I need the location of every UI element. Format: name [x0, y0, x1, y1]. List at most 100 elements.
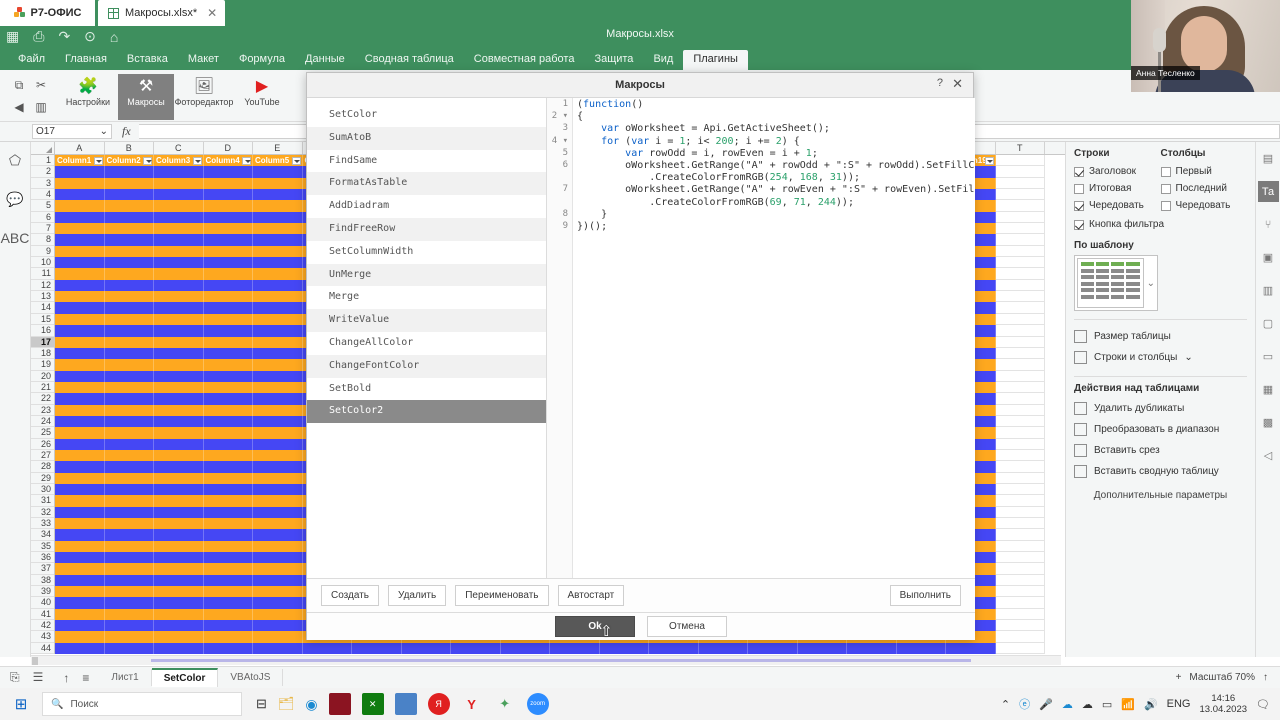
row-header-35[interactable]: 35 — [31, 541, 54, 553]
table-cell[interactable] — [253, 189, 303, 201]
row-header-15[interactable]: 15 — [31, 314, 54, 326]
empty-cell[interactable] — [995, 586, 1045, 598]
macro-list-item[interactable]: AddDiadram — [307, 195, 546, 218]
brand-tab[interactable]: Р7-ОФИС — [0, 0, 95, 26]
table-cell[interactable] — [253, 472, 303, 484]
sheet-tab-vbatojs[interactable]: VBAtoJS — [218, 669, 284, 686]
table-cell[interactable] — [104, 257, 154, 269]
table-cell[interactable] — [253, 257, 303, 269]
row-header-26[interactable]: 26 — [31, 439, 54, 450]
table-cell[interactable] — [253, 223, 303, 235]
empty-cell[interactable] — [995, 608, 1045, 621]
empty-cell[interactable] — [995, 427, 1045, 439]
empty-cell[interactable] — [995, 166, 1045, 178]
checkbox-header-row[interactable]: Заголовок — [1074, 163, 1161, 180]
menu-item-protection[interactable]: Защита — [584, 50, 643, 70]
start-button-icon[interactable]: ⊞ — [0, 695, 42, 713]
sheet-menu-icon[interactable]: ≡ — [82, 671, 89, 685]
macro-list-item[interactable]: FindSame — [307, 150, 546, 173]
table-cell[interactable] — [203, 404, 253, 416]
document-tab[interactable]: Макросы.xlsx* ✕ — [98, 0, 226, 26]
photos-app-icon[interactable] — [394, 693, 417, 715]
edge-icon[interactable]: ⓔ — [1019, 696, 1030, 712]
table-cell[interactable] — [154, 518, 204, 530]
chevron-up-icon[interactable]: ⌃ — [1001, 698, 1010, 711]
table-cell[interactable] — [203, 642, 253, 655]
table-cell[interactable] — [104, 449, 154, 462]
row-header-36[interactable]: 36 — [31, 552, 54, 564]
empty-cell[interactable] — [995, 483, 1045, 496]
column-header-C[interactable]: C — [154, 142, 204, 154]
empty-cell[interactable] — [995, 449, 1045, 462]
empty-cell[interactable] — [995, 540, 1045, 553]
table-cell[interactable] — [698, 642, 748, 655]
table-cell[interactable] — [55, 586, 105, 598]
column-header-E[interactable]: E — [253, 142, 303, 154]
table-cell[interactable] — [203, 495, 253, 507]
macros-dialog[interactable]: Макросы ? ✕ SetColor SumAtoB FindSame Forma… — [306, 72, 975, 640]
notifications-icon[interactable]: 🗨 — [1256, 698, 1270, 711]
table-cell[interactable] — [748, 642, 798, 655]
table-cell[interactable] — [104, 415, 154, 428]
table-cell[interactable] — [55, 245, 105, 258]
row-header-3[interactable]: 3 — [31, 178, 54, 190]
table-cell[interactable] — [154, 200, 204, 212]
table-cell[interactable] — [203, 552, 253, 564]
battery-icon[interactable]: ▭ — [1102, 698, 1112, 711]
macro-list-item[interactable]: SetColor — [307, 104, 546, 127]
table-cell[interactable] — [154, 586, 204, 598]
table-cell[interactable] — [55, 370, 105, 382]
table-cell[interactable] — [104, 495, 154, 507]
delete-macro-button[interactable]: Удалить — [388, 585, 447, 606]
table-cell[interactable] — [253, 234, 303, 246]
table-cell[interactable] — [154, 608, 204, 621]
menu-item-file[interactable]: Файл — [8, 50, 55, 70]
table-cell[interactable] — [104, 223, 154, 235]
cell-settings-icon[interactable]: ▤ — [1258, 148, 1279, 169]
table-cell[interactable] — [253, 483, 303, 496]
macro-list-item[interactable]: ChangeAllColor — [307, 332, 546, 355]
grid-row-44[interactable] — [55, 642, 1065, 655]
table-cell[interactable] — [203, 563, 253, 575]
macros-plugin-button[interactable]: ⚒ Макросы — [118, 74, 174, 120]
insert-slicer-item[interactable]: Вставить срез — [1074, 440, 1247, 461]
macro-list-item[interactable]: SetColumnWidth — [307, 241, 546, 264]
table-cell[interactable] — [55, 189, 105, 201]
table-cell[interactable] — [154, 234, 204, 246]
empty-cell[interactable] — [995, 257, 1045, 269]
filter-dropdown-icon[interactable] — [291, 156, 301, 165]
table-cell[interactable] — [203, 483, 253, 496]
comment-icon[interactable]: 💬 — [6, 191, 23, 208]
image-settings-icon[interactable]: ▣ — [1258, 247, 1279, 268]
table-cell[interactable] — [203, 518, 253, 530]
table-cell[interactable] — [104, 211, 154, 224]
shape-settings-icon[interactable]: ▢ — [1258, 313, 1279, 334]
filter-dropdown-icon[interactable] — [984, 156, 994, 165]
insert-pivot-table-item[interactable]: Вставить сводную таблицу — [1074, 461, 1247, 482]
table-cell[interactable] — [104, 166, 154, 178]
table-cell[interactable] — [599, 642, 649, 655]
table-cell[interactable] — [55, 461, 105, 473]
table-cell[interactable] — [302, 642, 352, 655]
table-cell[interactable] — [154, 529, 204, 541]
table-cell[interactable] — [104, 313, 154, 326]
scroll-thumb[interactable] — [151, 659, 971, 662]
table-cell[interactable] — [55, 483, 105, 496]
table-cell[interactable] — [253, 268, 303, 280]
table-cell[interactable] — [154, 325, 204, 337]
table-cell[interactable] — [203, 415, 253, 428]
table-cell[interactable] — [253, 608, 303, 621]
table-cell[interactable] — [203, 506, 253, 518]
row-header-23[interactable]: 23 — [31, 405, 54, 416]
filter-dropdown-icon[interactable] — [242, 156, 251, 165]
table-cell[interactable] — [154, 359, 204, 371]
table-cell[interactable] — [154, 449, 204, 462]
row-header-40[interactable]: 40 — [31, 597, 54, 609]
table-cell[interactable] — [253, 302, 303, 314]
filter-dropdown-icon[interactable] — [93, 156, 103, 165]
table-cell[interactable] — [154, 427, 204, 439]
menu-item-insert[interactable]: Вставка — [117, 50, 178, 70]
r7-office-icon[interactable]: ✦ — [494, 693, 516, 715]
autostart-macro-button[interactable]: Автостарт — [557, 585, 625, 606]
table-cell[interactable] — [154, 211, 204, 224]
